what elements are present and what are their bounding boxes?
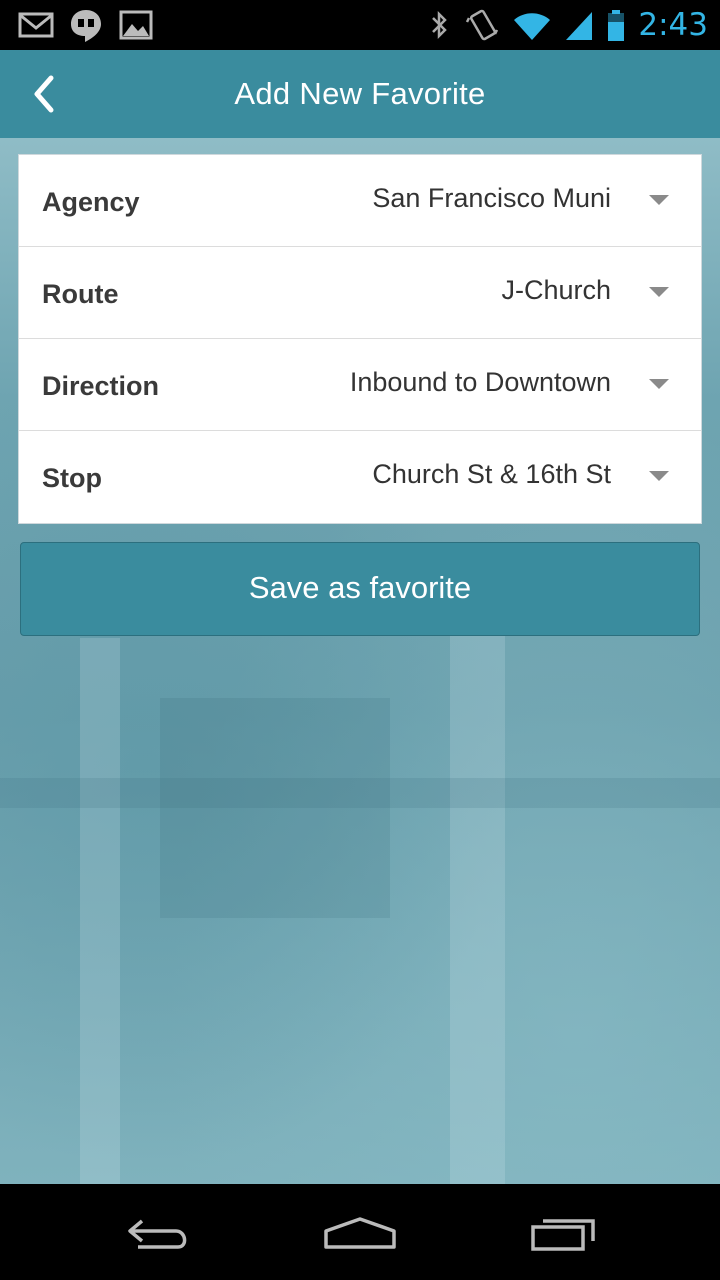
- nav-back-button[interactable]: [114, 1208, 204, 1258]
- direction-selector[interactable]: Direction Inbound to Downtown: [19, 339, 701, 431]
- dropdown-arrow-icon: [649, 379, 669, 389]
- back-button[interactable]: [18, 68, 70, 120]
- navigation-bar: [0, 1184, 720, 1280]
- stop-label: Stop: [42, 463, 102, 493]
- gmail-icon: [18, 8, 54, 42]
- agency-value: San Francisco Muni: [372, 183, 611, 213]
- direction-value: Inbound to Downtown: [349, 367, 611, 397]
- system-icons: 2:43: [426, 6, 708, 44]
- status-bar: 2:43: [0, 0, 720, 50]
- dropdown-arrow-icon: [649, 471, 669, 481]
- battery-icon: [606, 8, 626, 42]
- app-bar: Add New Favorite: [0, 50, 720, 138]
- nav-home-button[interactable]: [315, 1208, 405, 1258]
- bluetooth-icon: [426, 8, 452, 42]
- back-icon: [128, 1219, 187, 1249]
- stop-value: Church St & 16th St: [372, 459, 611, 489]
- notification-icons: [18, 8, 154, 42]
- dropdown-arrow-icon: [649, 195, 669, 205]
- vibrate-icon: [464, 8, 500, 42]
- save-favorite-button[interactable]: Save as favorite: [20, 542, 700, 636]
- route-label: Route: [42, 279, 119, 309]
- agency-selector[interactable]: Agency San Francisco Muni: [19, 155, 701, 247]
- recents-icon: [531, 1219, 595, 1251]
- dropdown-arrow-icon: [649, 287, 669, 297]
- gallery-icon: [118, 8, 154, 42]
- route-value: J-Church: [501, 275, 611, 305]
- route-selector[interactable]: Route J-Church: [19, 247, 701, 339]
- chevron-left-icon: [34, 75, 54, 113]
- wifi-icon: [512, 8, 552, 42]
- favorite-form: Agency San Francisco Muni Route J-Church…: [18, 154, 702, 524]
- status-time: 2:43: [638, 7, 708, 43]
- hangouts-icon: [68, 8, 104, 42]
- home-icon: [324, 1217, 396, 1249]
- direction-label: Direction: [42, 371, 160, 401]
- page-title: Add New Favorite: [234, 76, 486, 111]
- agency-label: Agency: [42, 187, 140, 217]
- stop-selector[interactable]: Stop Church St & 16th St: [19, 431, 701, 523]
- nav-recents-button[interactable]: [518, 1208, 608, 1258]
- cell-signal-icon: [564, 8, 594, 42]
